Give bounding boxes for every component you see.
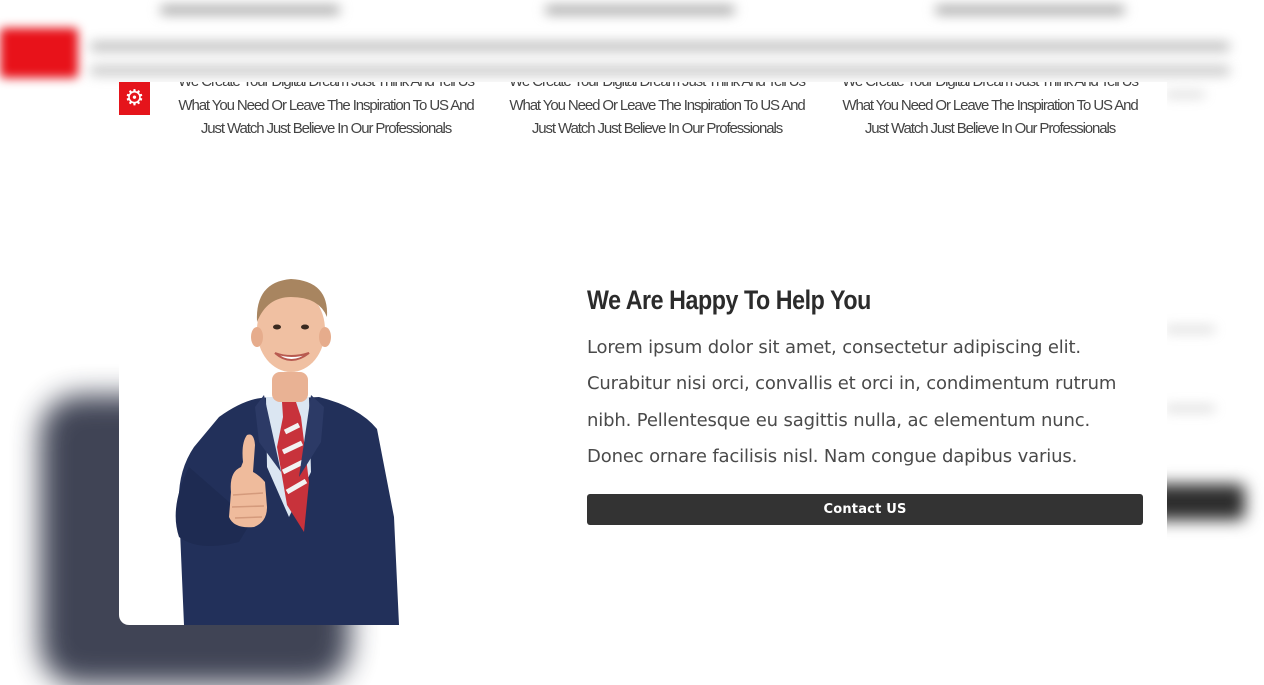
feature-line: What You Need Or Leave The Inspiration T… [509, 96, 805, 114]
contact-us-button[interactable]: Contact US [587, 494, 1143, 525]
gear-icon: ⚙ [119, 82, 150, 115]
feature-card: We Create Your Digital Dream Just Think … [840, 82, 1140, 142]
feature-line: We Create Your Digital Dream Just Think … [176, 82, 476, 94]
feature-line: What You Need Or Leave The Inspiration T… [842, 96, 1138, 114]
features-strip: ⚙ We Create Your Digital Dream Just Thin… [119, 82, 1167, 277]
content-panel: ⚙ We Create Your Digital Dream Just Thin… [119, 82, 1167, 625]
feature-card: We Create Your Digital Dream Just Think … [176, 82, 476, 142]
feature-line: What You Need Or Leave The Inspiration T… [178, 96, 474, 114]
section-heading: We Are Happy To Help You [587, 285, 871, 315]
feature-line: We Create Your Digital Dream Just Think … [840, 82, 1140, 94]
feature-line: Just Watch Just Believe In Our Professio… [864, 120, 1116, 137]
feature-card: We Create Your Digital Dream Just Think … [507, 82, 807, 142]
help-text-column: We Are Happy To Help You Lorem ipsum dol… [587, 285, 1147, 475]
feature-line: We Create Your Digital Dream Just Think … [507, 82, 807, 94]
feature-line: Just Watch Just Believe In Our Professio… [531, 120, 783, 137]
businessman-image [175, 279, 399, 625]
section-paragraph: Lorem ipsum dolor sit amet, consectetur … [587, 337, 1117, 467]
feature-line: Just Watch Just Believe In Our Professio… [200, 120, 452, 137]
